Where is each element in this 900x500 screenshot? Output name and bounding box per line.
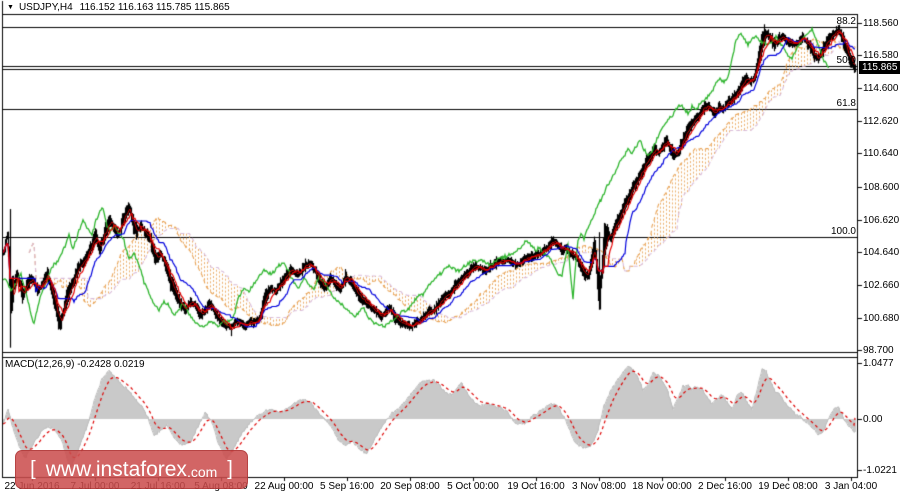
time-axis-label: 2 Dec 16:00	[698, 481, 752, 492]
instaforex-logo[interactable]: [ www.instaforex .com ]	[15, 450, 248, 489]
chart-window: ▼ USDJPY,H4 116.152 116.163 115.785 115.86…	[0, 0, 900, 500]
time-axis-label: 19 Oct 16:00	[507, 481, 565, 492]
macd-values: -0.2428 0.0219	[77, 359, 145, 370]
macd-axis-label: -1.0221	[863, 464, 897, 476]
symbol-label: USDJPY,H4	[18, 2, 73, 13]
macd-indicator-label: MACD(12,26,9) -0.2428 0.0219	[5, 359, 145, 370]
price-axis-label: 108.600	[863, 182, 900, 194]
time-axis-label: 3 Jan 04:00	[824, 481, 878, 492]
time-axis-label: 19 Dec 08:00	[758, 481, 818, 492]
fib-level-label: 50.0	[836, 54, 856, 66]
macd-axis-label: 0.00	[863, 413, 883, 425]
price-axis-label: 98.700	[863, 345, 894, 357]
logo-tld-text: .com	[186, 463, 218, 480]
fib-level-label: 100.0	[830, 225, 856, 237]
price-axis-label: 104.640	[863, 247, 900, 259]
price-axis-label: 112.620	[863, 115, 899, 127]
logo-domain-text: www.instaforex	[45, 457, 187, 481]
price-axis-label: 106.620	[863, 214, 900, 226]
time-axis-label: 22 Aug 00:00	[254, 481, 314, 492]
price-axis-label: 116.580	[863, 50, 899, 62]
time-axis-label: 5 Oct 00:00	[447, 481, 499, 492]
price-axis-label: 102.660	[863, 280, 900, 292]
symbol-dropdown-icon[interactable]: ▼	[7, 4, 14, 11]
fib-level-label: 61.8	[836, 97, 856, 109]
price-axis-label: 118.560	[863, 17, 899, 29]
time-axis-label: 3 Nov 08:00	[572, 481, 626, 492]
price-axis-label: 110.640	[863, 148, 899, 160]
fib-level-label: 88.2	[836, 15, 856, 27]
symbol-info-bar: ▼ USDJPY,H4 116.152 116.163 115.785 115.86…	[7, 2, 230, 13]
time-axis-label: 20 Sep 08:00	[380, 481, 440, 492]
time-axis-label: 18 Nov 00:00	[632, 481, 692, 492]
macd-axis-label: 1.0477	[863, 357, 894, 369]
ohlc-values: 116.152 116.163 115.785 115.865	[79, 2, 230, 13]
time-axis-label: 5 Sep 16:00	[320, 481, 374, 492]
price-axis-label: 100.680	[863, 312, 900, 324]
price-axis-label: 114.600	[863, 83, 899, 95]
logo-bracket-close: ]	[227, 458, 233, 480]
price-chart-canvas[interactable]	[0, 0, 900, 500]
current-price-tag: 115.865	[859, 61, 900, 75]
logo-bracket-open: [	[30, 458, 36, 480]
macd-name: MACD(12,26,9)	[5, 359, 75, 370]
